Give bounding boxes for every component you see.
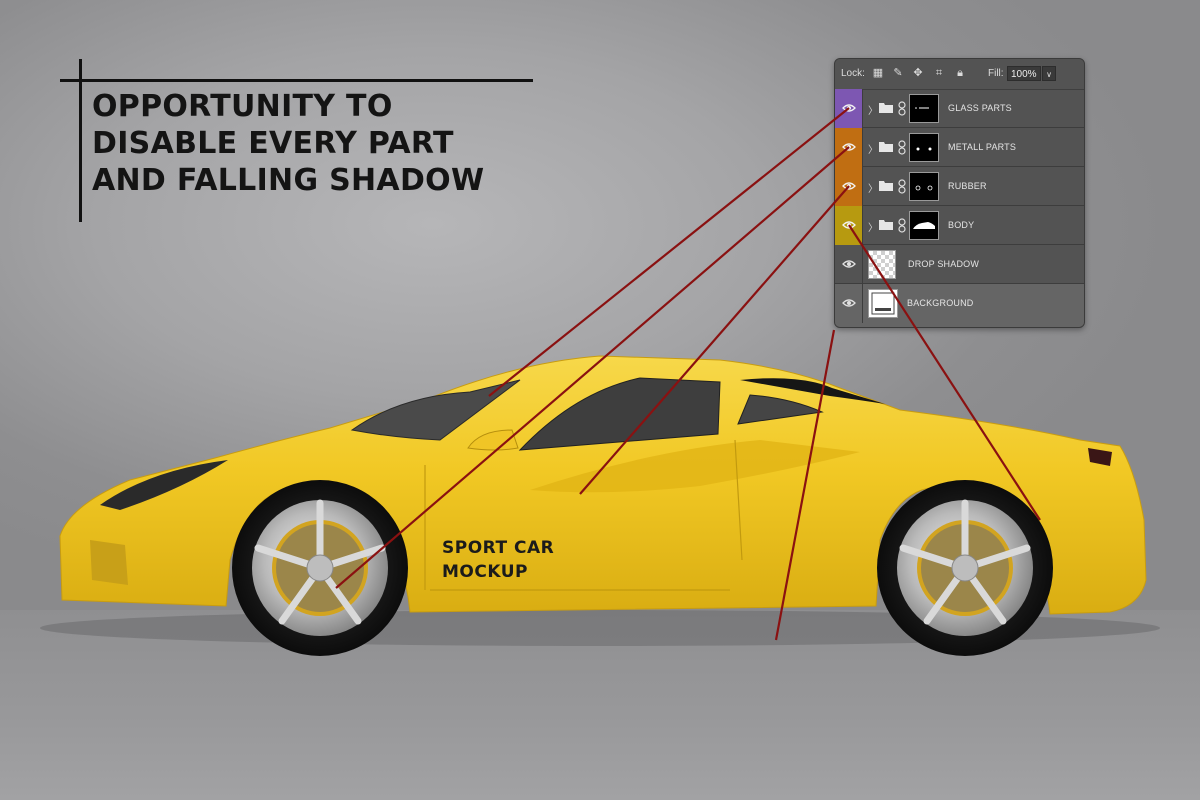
layer-mask-thumbnail	[909, 211, 939, 240]
front-wheel	[232, 480, 408, 656]
layer-name: BODY	[948, 220, 975, 230]
fill-dropdown-icon[interactable]: ∨	[1042, 66, 1056, 81]
layer-name: BACKGROUND	[907, 298, 974, 308]
move-lock-icon[interactable]: ✥	[912, 67, 924, 79]
layer-name: METALL PARTS	[948, 142, 1017, 152]
eye-icon	[842, 143, 856, 151]
link-icon	[898, 218, 906, 233]
eye-icon	[842, 260, 856, 268]
folder-icon	[879, 103, 893, 113]
eye-icon	[842, 104, 856, 112]
padlock-icon[interactable]: 🔒︎	[954, 67, 966, 79]
fill-input[interactable]: 100%	[1007, 66, 1041, 81]
layer-body[interactable]: 〉 BODY	[835, 206, 1084, 245]
folder-icon	[879, 181, 893, 191]
link-icon	[898, 101, 906, 116]
car-door-label: SPORT CAR MOCKUP	[442, 536, 554, 584]
background-layer-thumbnail	[868, 289, 898, 318]
layer-background[interactable]: BACKGROUND	[835, 284, 1084, 327]
car-label-line2: MOCKUP	[442, 562, 528, 582]
rear-wheel	[877, 480, 1053, 656]
lock-label: Lock:	[841, 68, 865, 79]
chevron-right-icon[interactable]: 〉	[868, 141, 878, 156]
eye-icon	[842, 182, 856, 190]
layer-name: RUBBER	[948, 181, 987, 191]
brush-lock-icon[interactable]: ✎	[892, 67, 904, 79]
folder-icon	[879, 142, 893, 152]
chevron-right-icon[interactable]: 〉	[868, 219, 878, 234]
transparent-layer-thumbnail	[868, 250, 896, 279]
layer-mask-thumbnail	[909, 94, 939, 123]
link-icon	[898, 140, 906, 155]
visibility-toggle[interactable]	[835, 206, 863, 245]
front-grille	[90, 540, 128, 585]
layer-mask-thumbnail	[909, 172, 939, 201]
layer-mask-thumbnail	[909, 133, 939, 162]
folder-icon	[879, 220, 893, 230]
artboard-lock-icon[interactable]: ⌗	[933, 67, 945, 79]
visibility-toggle[interactable]	[835, 284, 863, 323]
chevron-right-icon[interactable]: 〉	[868, 102, 878, 117]
link-icon	[898, 179, 906, 194]
layer-name: GLASS PARTS	[948, 103, 1012, 113]
visibility-toggle[interactable]	[835, 89, 863, 128]
layer-metall-parts[interactable]: 〉 METALL PARTS	[835, 128, 1084, 167]
visibility-toggle[interactable]	[835, 167, 863, 206]
eye-icon	[842, 299, 856, 307]
eye-icon	[842, 221, 856, 229]
lock-bar: Lock: ▦ ✎ ✥ ⌗ 🔒︎ Fill: 100% ∨	[835, 59, 1084, 90]
chevron-right-icon[interactable]: 〉	[868, 180, 878, 195]
layer-name: DROP SHADOW	[908, 259, 980, 269]
layer-drop-shadow[interactable]: DROP SHADOW	[835, 245, 1084, 284]
layer-glass-parts[interactable]: 〉 GLASS PARTS	[835, 89, 1084, 128]
fill-label: Fill:	[988, 68, 1004, 79]
layers-panel: Lock: ▦ ✎ ✥ ⌗ 🔒︎ Fill: 100% ∨ 〉 GLASS PA…	[834, 58, 1085, 328]
car-label-line1: SPORT CAR	[442, 538, 555, 558]
visibility-toggle[interactable]	[835, 245, 863, 284]
transparency-lock-icon[interactable]: ▦	[872, 67, 884, 79]
visibility-toggle[interactable]	[835, 128, 863, 167]
layer-rubber[interactable]: 〉 RUBBER	[835, 167, 1084, 206]
